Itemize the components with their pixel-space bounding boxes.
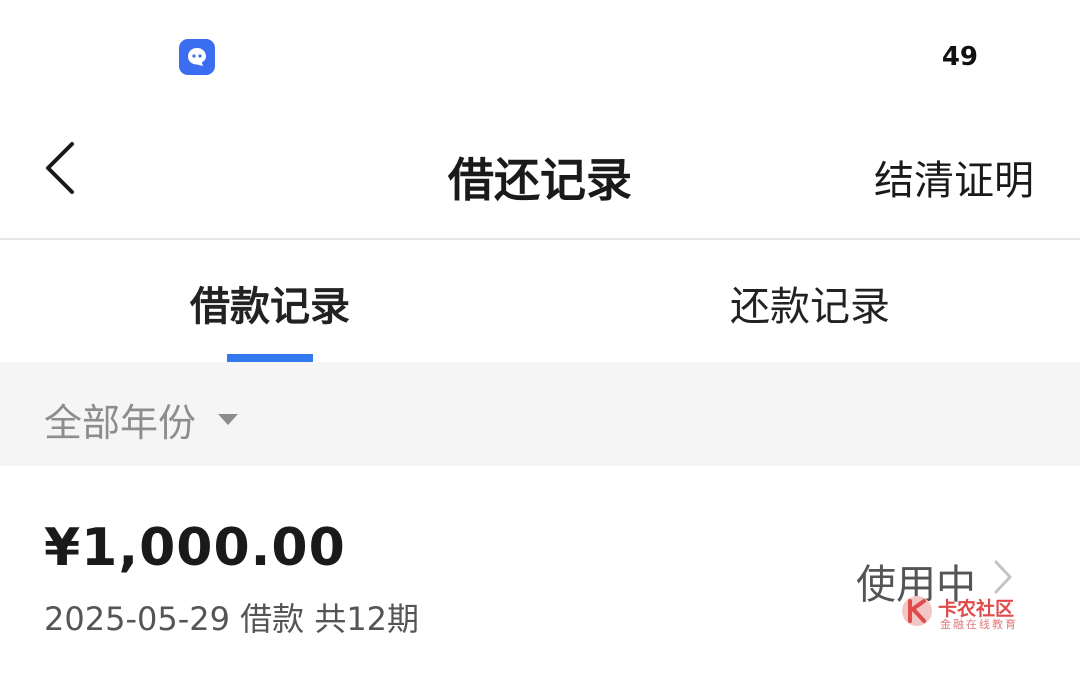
- settlement-certificate-button[interactable]: 结清证明: [874, 148, 1034, 206]
- tab-loan-records[interactable]: 借款记录: [0, 274, 540, 332]
- chat-bubble-app-icon: [179, 39, 215, 75]
- loan-amount: ¥1,000.00: [44, 518, 346, 578]
- watermark-subtitle: 金融在线教育: [940, 618, 1018, 631]
- year-filter-dropdown[interactable]: 全部年份: [44, 392, 239, 447]
- kanong-logo-icon: [902, 596, 932, 626]
- caret-down-icon: [218, 414, 239, 425]
- filter-bar: 全部年份: [0, 362, 1080, 466]
- record-tabs: 借款记录 还款记录: [0, 240, 1080, 362]
- tab-repayment-records[interactable]: 还款记录: [540, 274, 1080, 332]
- battery-level: 49: [941, 42, 978, 72]
- active-tab-indicator: [227, 354, 313, 362]
- loan-records-page: 49 借还记录 结清证明 借款记录 还款记录 全部年份 ¥1,000.00 20…: [0, 0, 1080, 681]
- nav-bar: 借还记录 结清证明: [0, 110, 1080, 240]
- loan-date-and-term: 2025-05-29 借款 共12期: [44, 600, 420, 638]
- status-bar: 49: [0, 0, 1080, 110]
- watermark: 卡农社区 金融在线教育: [900, 590, 1030, 634]
- year-filter-label: 全部年份: [44, 401, 197, 445]
- loan-record-item[interactable]: ¥1,000.00 2025-05-29 借款 共12期 使用中: [0, 466, 1080, 681]
